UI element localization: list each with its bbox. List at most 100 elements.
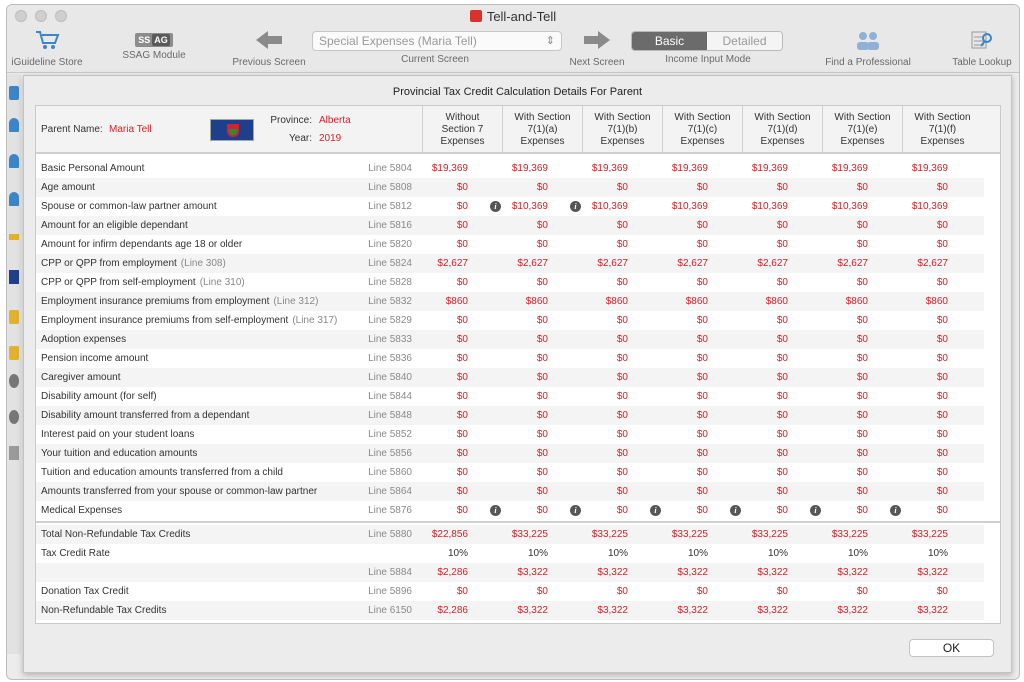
sidebar-bar-icon[interactable]	[9, 234, 19, 240]
parent-name-value: Maria Tell	[109, 124, 152, 135]
row-value-cell: $0	[696, 334, 708, 345]
table-lookup-button[interactable]: Table Lookup	[945, 29, 1019, 68]
row-value-cell: $0	[696, 353, 708, 364]
info-icon[interactable]: i	[490, 505, 501, 516]
row-value-cell: $19,369	[911, 163, 948, 174]
sidebar-strip	[7, 74, 21, 654]
row-value-cell: $0	[536, 182, 548, 193]
row-value-cell: $0	[616, 486, 628, 497]
table-row: Age amount Line 5808 $0 $0 $0 $0 $0 $0 $0	[36, 178, 984, 197]
row-value-cell: $0	[856, 372, 868, 383]
row-value-cell: $0	[856, 353, 868, 364]
row-description: Pension income amount	[41, 353, 148, 364]
total-row: Donation Tax Credit Line 5896 $0 $0 $0 $0 $0 $0…	[36, 582, 984, 601]
table-search-icon	[969, 29, 995, 53]
info-icon[interactable]: i	[490, 201, 501, 212]
sidebar-person-icon[interactable]	[9, 154, 19, 168]
row-value-cell: $0	[536, 315, 548, 326]
current-screen-select[interactable]: Special Expenses (Maria Tell) ⇕	[312, 31, 562, 51]
row-value-cell: $0	[776, 391, 788, 402]
mode-basic-option[interactable]: Basic	[632, 32, 707, 50]
table-row: Adoption expenses Line 5833 $0 $0 $0 $0 $0 $0 $0	[36, 330, 984, 349]
row-value-cell: $0	[936, 315, 948, 326]
sidebar-person-icon[interactable]	[9, 118, 19, 132]
column-header: With Section 7(1)(e) Expenses	[822, 106, 902, 152]
info-icon[interactable]: i	[730, 505, 741, 516]
iguideline-store-button[interactable]: iGuideline Store	[9, 29, 85, 68]
row-value-cell: 10%	[847, 548, 868, 559]
row-value-cell: $0	[856, 334, 868, 345]
sidebar-gear-icon[interactable]	[9, 410, 19, 424]
column-header-line: With Section	[594, 112, 651, 123]
toolbar: iGuideline Store SS AG SSAG Module Previo…	[7, 27, 1019, 73]
sidebar-person-icon[interactable]	[9, 192, 19, 206]
column-header-line: With Section	[674, 112, 731, 123]
row-value-cell: $0	[856, 220, 868, 231]
row-description: Interest paid on your student loans	[41, 429, 194, 440]
row-value-cell: $0	[696, 391, 708, 402]
ssag-module-button[interactable]: SS AG SSAG Module	[119, 29, 189, 61]
sidebar-list-icon[interactable]	[9, 446, 19, 460]
row-description: Amount for infirm dependants age 18 or o…	[41, 239, 242, 250]
sidebar-gear-icon[interactable]	[9, 374, 19, 388]
row-value-cell: $0	[936, 277, 948, 288]
sidebar-folder-icon[interactable]	[9, 310, 19, 324]
row-value-cell: $0	[616, 277, 628, 288]
tax-credit-sheet: Provincial Tax Credit Calculation Detail…	[23, 75, 1012, 673]
next-screen-button[interactable]: Next Screen	[559, 29, 635, 68]
row-value-cell: $2,627	[677, 258, 708, 269]
mode-detailed-option[interactable]: Detailed	[707, 32, 782, 50]
row-value-cell: $0	[856, 277, 868, 288]
table-row: Disability amount transferred from a dep…	[36, 406, 984, 425]
info-icon[interactable]: i	[570, 201, 581, 212]
row-description-text: Disability amount transferred from a dep…	[41, 410, 250, 421]
row-value-cell: $0	[856, 410, 868, 421]
row-value-cell: $0	[616, 391, 628, 402]
sidebar-folder-icon[interactable]	[9, 346, 19, 360]
app-window: Tell-and-Tell iGuideline Store SS AG SSAG…	[6, 4, 1020, 680]
row-value-cell: 10%	[607, 548, 628, 559]
row-value-cell: $0	[856, 505, 868, 516]
row-value-cell: $0	[456, 391, 468, 402]
info-icon[interactable]: i	[650, 505, 661, 516]
info-icon[interactable]: i	[810, 505, 821, 516]
row-description: Medical Expenses	[41, 505, 122, 516]
table-row: Basic Personal Amount Line 5804 $19,369 $19…	[36, 159, 984, 178]
row-value-cell: $0	[696, 410, 708, 421]
row-value-cell: $0	[776, 315, 788, 326]
row-value-cell: $860	[685, 296, 708, 307]
row-description: Adoption expenses	[41, 334, 126, 345]
row-value-cell: $3,322	[517, 567, 548, 578]
row-value-cell: $3,322	[677, 605, 708, 616]
sidebar-document-icon[interactable]	[9, 86, 19, 100]
window-title-text: Tell-and-Tell	[486, 9, 557, 24]
column-header: With Section 7(1)(a) Expenses	[502, 106, 582, 152]
row-value-cell: $0	[936, 505, 948, 516]
row-value-cell: $0	[456, 586, 468, 597]
row-description-text: Employment insurance premiums from self-…	[41, 315, 289, 326]
income-input-mode-toggle[interactable]: Basic Detailed	[631, 31, 783, 51]
sidebar-flag-icon[interactable]	[9, 270, 19, 284]
info-icon[interactable]: i	[890, 505, 901, 516]
table-row: Spouse or common-law partner amount Line …	[36, 197, 984, 216]
row-value-cell: $0	[776, 448, 788, 459]
row-value-cell: $0	[616, 505, 628, 516]
row-value-cell: $0	[696, 220, 708, 231]
alberta-flag-icon	[210, 119, 254, 141]
row-value-cell: $0	[936, 410, 948, 421]
row-value-cell: $10,369	[911, 201, 948, 212]
row-value-cell: $0	[696, 372, 708, 383]
previous-screen-button[interactable]: Previous Screen	[229, 29, 309, 68]
column-header-line: Expenses	[600, 136, 645, 147]
ok-button[interactable]: OK	[909, 639, 994, 657]
row-value-cell: $10,369	[831, 201, 868, 212]
info-icon[interactable]: i	[570, 505, 581, 516]
row-description-text: Pension income amount	[41, 353, 149, 364]
table-header: Parent Name: Maria Tell Province: Albert…	[36, 106, 1000, 154]
column-header-line: Expenses	[680, 136, 725, 147]
row-value-cell: $0	[776, 429, 788, 440]
row-value-cell: $0	[616, 372, 628, 383]
find-professional-button[interactable]: Find a Professional	[815, 29, 921, 68]
row-value-cell: $10,369	[671, 201, 708, 212]
row-value-cell: $33,225	[751, 529, 788, 540]
